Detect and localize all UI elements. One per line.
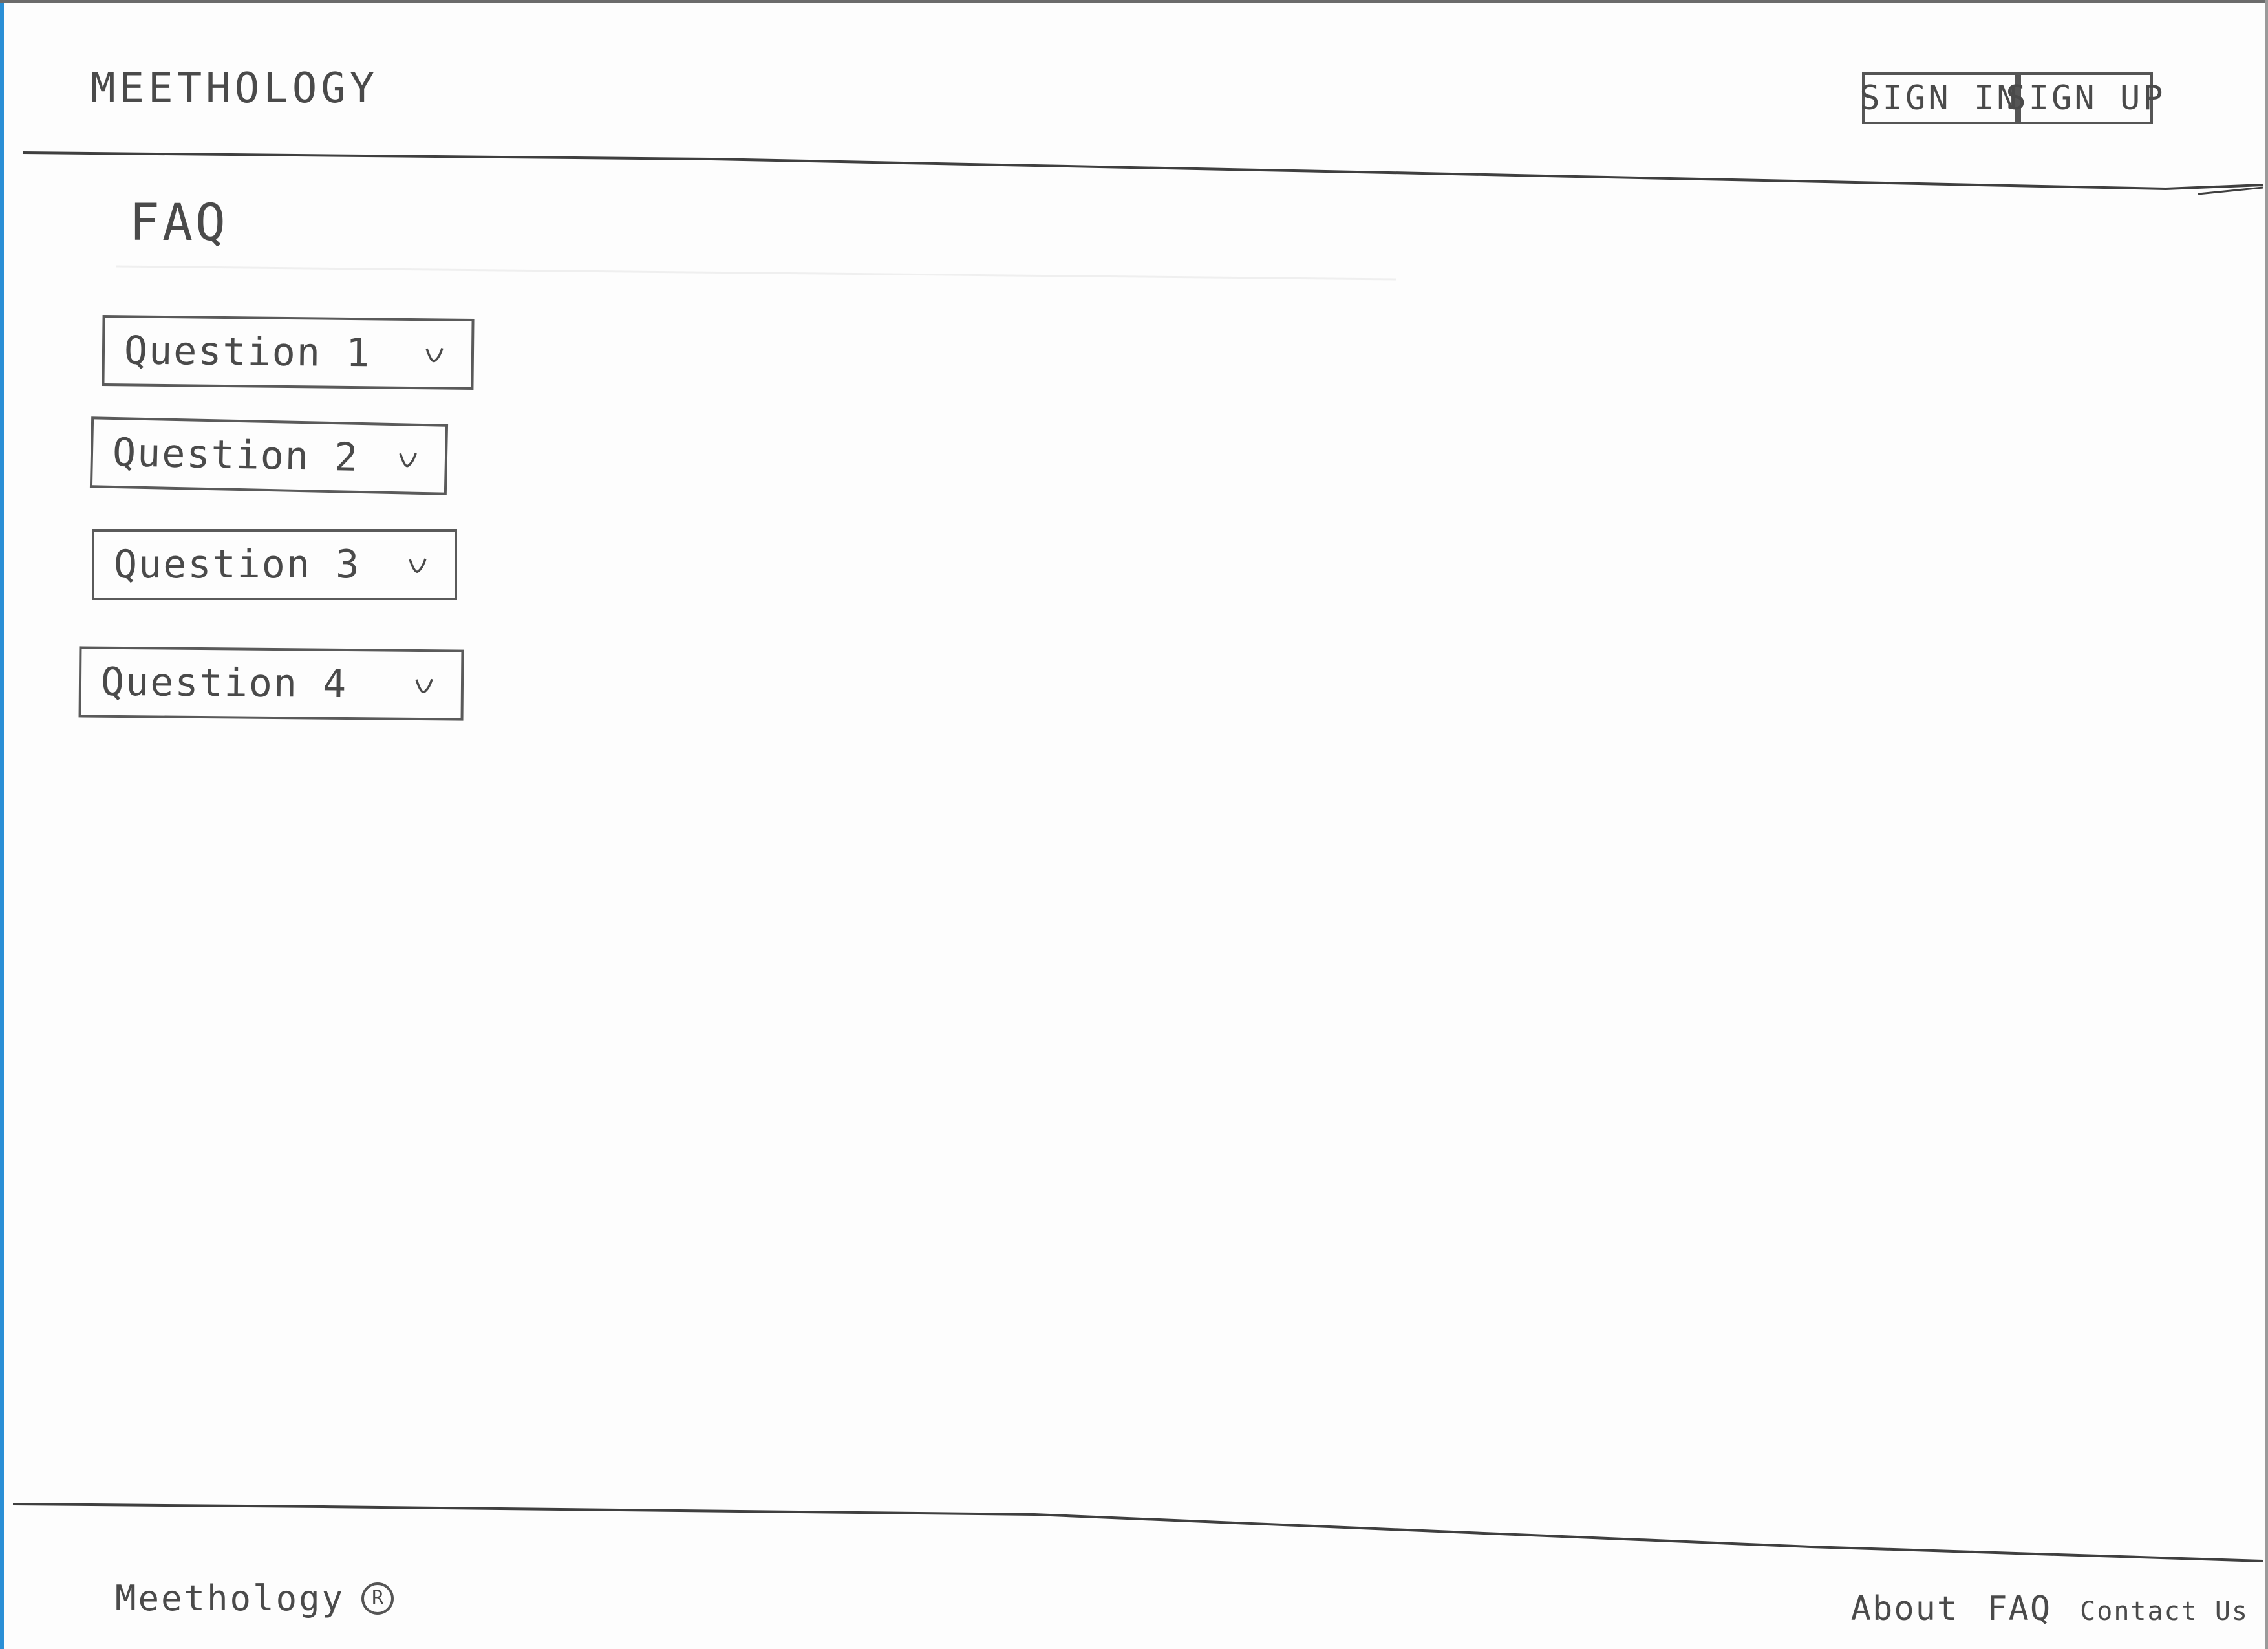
footer-brand: Meethology R	[115, 1578, 394, 1619]
footer-brand-name: Meethology	[115, 1578, 345, 1619]
footer-link-contact-us[interactable]: Contact Us	[2080, 1597, 2249, 1626]
chevron-down-icon	[409, 558, 427, 573]
chevron-down-icon	[425, 347, 444, 363]
registered-mark-icon: R	[361, 1582, 394, 1615]
footer-divider	[12, 1503, 2263, 1562]
footer-link-about[interactable]: About	[1851, 1590, 1959, 1628]
faq-question-2[interactable]: Question 2	[89, 416, 449, 495]
faq-question-label: Question 1	[123, 328, 371, 376]
sign-in-button[interactable]: SIGN IN	[1859, 72, 2017, 124]
site-logo[interactable]: MEETHOLOGY	[91, 65, 378, 113]
header-divider-tail	[2198, 186, 2263, 195]
sign-up-button[interactable]: SIGN UP	[2006, 72, 2163, 124]
faq-question-1[interactable]: Question 1	[102, 314, 475, 391]
faq-question-3[interactable]: Question 3	[92, 529, 457, 600]
faq-question-4[interactable]: Question 4	[78, 646, 464, 721]
faint-title-underline	[116, 265, 1397, 281]
chevron-down-icon	[415, 678, 433, 693]
page-title: FAQ	[129, 194, 228, 252]
faq-question-label: Question 2	[112, 429, 359, 480]
faq-question-label: Question 3	[114, 542, 361, 587]
header-divider	[22, 151, 2263, 191]
faq-question-label: Question 4	[100, 659, 348, 707]
separator-lines	[12, 151, 2263, 1562]
chevron-down-icon	[399, 453, 417, 468]
footer-link-faq[interactable]: FAQ	[1987, 1590, 2051, 1628]
footer-nav: About FAQ Contact Us	[1851, 1590, 2249, 1628]
auth-buttons: SIGN IN SIGN UP	[1859, 72, 2163, 124]
